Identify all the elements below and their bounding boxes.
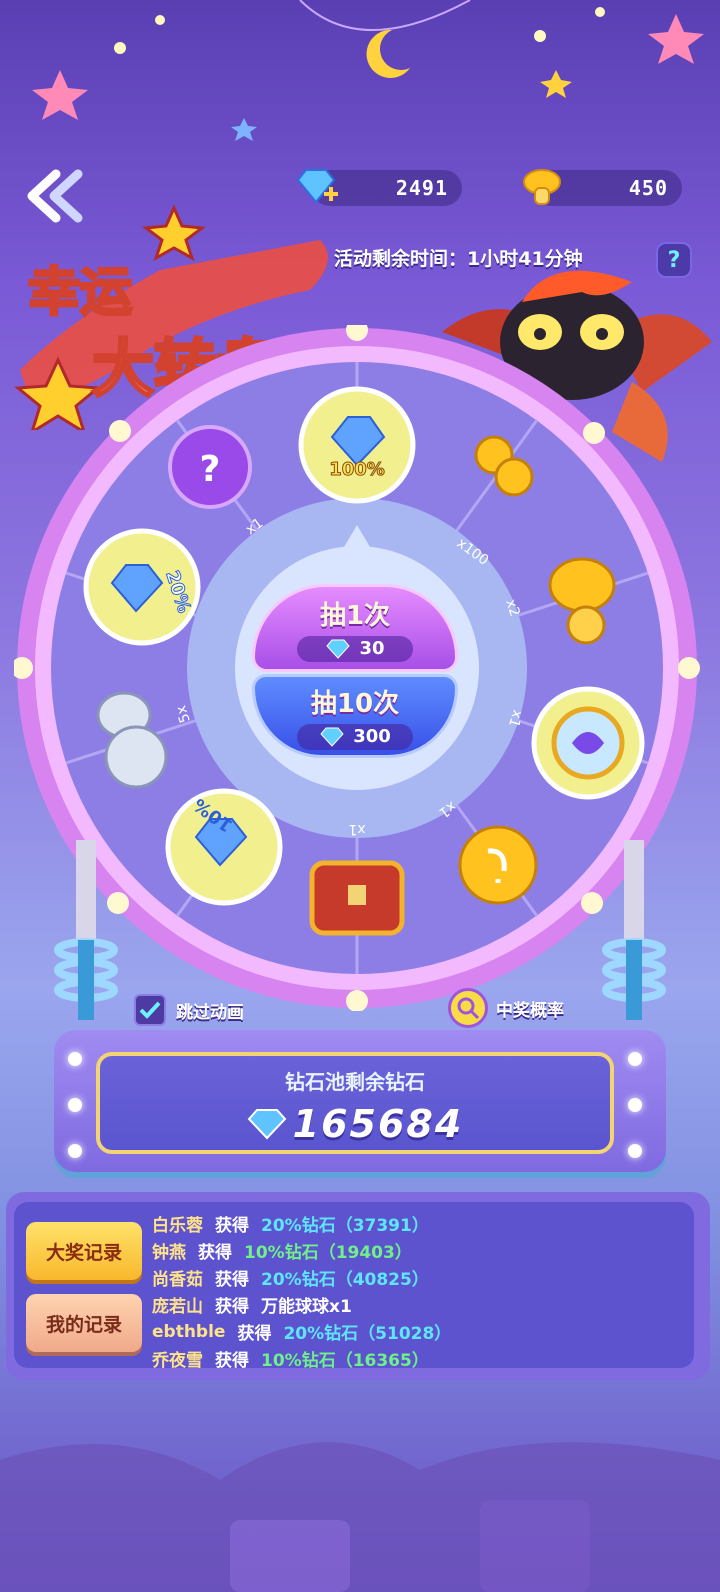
diamond-count: 2491 <box>395 176 448 200</box>
list-item: 尚香茹 获得 20%钻石（40825） <box>152 1270 429 1290</box>
diamond-pool-title: 钻石池剩余钻石 <box>285 1070 425 1094</box>
moon-icon <box>366 29 410 78</box>
draw-once-button[interactable]: 抽1次 30 <box>252 584 458 672</box>
left-stand-spring <box>54 840 118 1020</box>
list-item: ebthble 获得 20%钻石（51028） <box>152 1321 452 1345</box>
draw-once-cost: 30 <box>297 635 413 662</box>
list-item: 庞若山 获得 万能球球x1 <box>152 1297 352 1317</box>
skip-animation-label: 跳过动画 <box>176 1002 244 1023</box>
draw-ten-cost: 300 <box>297 723 413 750</box>
draw-ten-button[interactable]: 抽10次 300 <box>252 674 458 758</box>
diamond-icon <box>247 1109 287 1140</box>
segment-20pct-diamonds: 20% <box>83 528 201 646</box>
draw-ten-cost-value: 300 <box>353 726 391 747</box>
skip-animation-checkbox[interactable] <box>134 994 166 1026</box>
segment-10pct-diamonds: 10% <box>165 788 283 906</box>
star-icon <box>142 204 206 262</box>
logo-line1: 幸运 <box>28 263 132 323</box>
diamond-pool-value-row: 165684 <box>96 1102 614 1146</box>
diamond-pool-value: 165684 <box>292 1102 464 1146</box>
sky-decoration <box>32 0 704 141</box>
right-stand-spring <box>602 840 666 1020</box>
draw-once-cost-value: 30 <box>359 638 385 659</box>
list-item: 乔夜雪 获得 10%钻石（16365） <box>152 1351 429 1371</box>
svg-text:?: ? <box>200 449 221 490</box>
draw-ten-title: 抽10次 <box>310 688 400 719</box>
mushroom-icon <box>520 166 564 210</box>
draw-once-title: 抽1次 <box>319 600 391 631</box>
diamond-icon <box>326 639 351 659</box>
win-odds-label: 中奖概率 <box>496 1000 564 1021</box>
diamond-icon <box>320 727 344 747</box>
tab-jackpot-records[interactable]: 大奖记录 <box>26 1222 142 1280</box>
mushroom-count: 450 <box>628 176 668 200</box>
records-list: 白乐蓉 获得 20%钻石（37391） 钟燕 获得 10%钻石（19403） 尚香茹 获得… <box>152 1210 692 1372</box>
star-icon <box>648 14 704 64</box>
list-item: 钟燕 获得 10%钻石（19403） <box>152 1243 412 1263</box>
segment-100pct-diamonds: 100% <box>298 386 416 504</box>
bottom-decoration <box>0 1442 720 1592</box>
list-item: 白乐蓉 获得 20%钻石（37391） <box>152 1216 429 1236</box>
checkmark-icon <box>139 1001 161 1019</box>
segment-label: 100% <box>329 459 385 480</box>
skip-animation-toggle[interactable]: 跳过动画 <box>134 994 244 1026</box>
star-icon <box>32 70 88 120</box>
win-odds-button[interactable]: 中奖概率 <box>448 988 564 1028</box>
segment-label: x1 <box>348 821 365 837</box>
tab-my-records[interactable]: 我的记录 <box>26 1294 142 1352</box>
magnifier-icon <box>448 988 488 1028</box>
